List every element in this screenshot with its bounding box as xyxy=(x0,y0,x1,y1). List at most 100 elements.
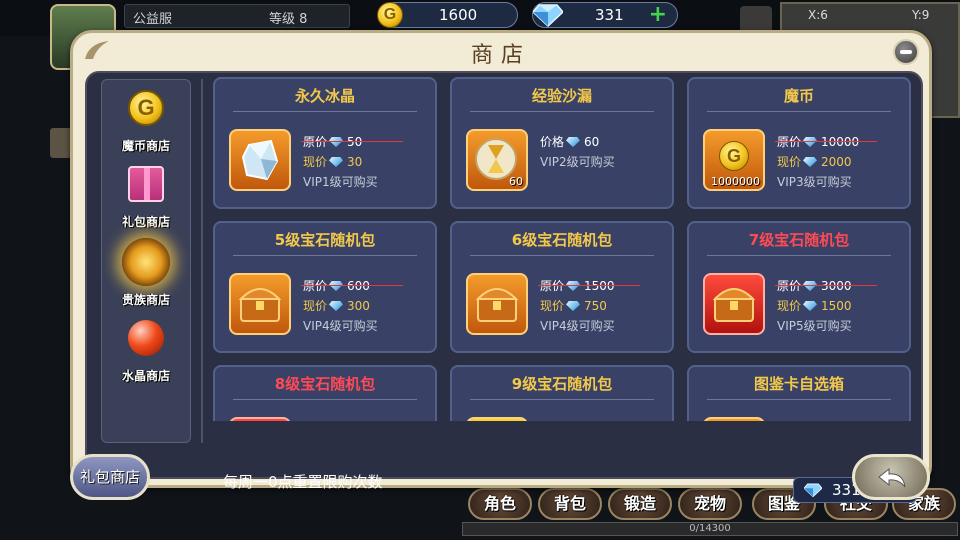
vip-requirement: VIP5级可购买 xyxy=(777,319,852,333)
shop-item-card[interactable]: 9级宝石随机包 xyxy=(450,365,674,421)
shop-item-card[interactable]: 8级宝石随机包 xyxy=(213,365,437,421)
current-price-label: 现价 xyxy=(303,155,328,169)
diamond-icon xyxy=(803,301,818,311)
server-name: 公益服 xyxy=(133,12,173,27)
divider xyxy=(470,399,654,400)
item-quantity: 1000000 xyxy=(711,175,760,188)
strikethrough xyxy=(775,141,877,142)
shop-item-card[interactable]: 永久冰晶 原价 50 现价 30 VIP1级可购买 xyxy=(213,77,437,209)
diamond-icon xyxy=(329,157,344,167)
shop-item-card[interactable]: 经验沙漏 60 价格 60 VIP2级可购买 xyxy=(450,77,674,209)
shop-item-card[interactable]: 7级宝石随机包 原价 3000 现价 1500 VIP5级可购买 xyxy=(687,221,911,353)
crown-icon xyxy=(122,238,170,286)
gold-counter: G 1600 xyxy=(377,2,518,28)
strikethrough xyxy=(775,285,877,286)
diamond-icon xyxy=(329,137,344,147)
original-price-label: 原价 xyxy=(777,135,802,149)
shop-item-card[interactable]: 魔币 G 1000000 原价 10000 现价 2000 VIP3级可购买 xyxy=(687,77,911,209)
item-name: 8级宝石随机包 xyxy=(274,375,376,393)
shop-item-card[interactable]: 6级宝石随机包 原价 1500 现价 750 VIP4级可购买 xyxy=(450,221,674,353)
tab-gift-shop[interactable]: 礼包商店 xyxy=(102,160,190,232)
left-arrow-icon[interactable] xyxy=(50,128,72,158)
gold-amount: 1600 xyxy=(439,6,478,24)
tab-label: 魔币商店 xyxy=(121,139,170,153)
treasure-chest-icon xyxy=(466,273,528,335)
original-price: 1500 xyxy=(584,279,615,293)
tab-noble-shop[interactable]: 贵族商店 xyxy=(102,238,190,310)
tab-label: 礼包商店 xyxy=(121,215,170,229)
crystal-orb-icon xyxy=(128,320,164,356)
divider xyxy=(707,111,891,112)
coord-x: X:6 xyxy=(808,8,828,22)
current-price: 2000 xyxy=(821,155,852,169)
item-name: 图鉴卡自选箱 xyxy=(753,375,844,393)
menu-pet[interactable]: 宠物 xyxy=(678,488,742,520)
tab-label: 水晶商店 xyxy=(121,369,170,383)
strikethrough xyxy=(538,285,640,286)
gold-coin-icon: G xyxy=(377,2,403,28)
ice-crystal-icon xyxy=(229,129,291,191)
vip-requirement: VIP2级可购买 xyxy=(540,155,615,169)
shop-panel: 商店 G 魔币商店 礼包商店 贵族商店 水晶商店 永久冰晶 原价 50 现价 3… xyxy=(70,30,932,503)
current-price: 1500 xyxy=(821,299,852,313)
vip-requirement: VIP3级可购买 xyxy=(777,175,852,189)
current-price-label: 现价 xyxy=(777,155,802,169)
diamond-icon xyxy=(566,137,581,147)
menu-bag[interactable]: 背包 xyxy=(538,488,602,520)
item-grid: 永久冰晶 原价 50 现价 30 VIP1级可购买 经验沙漏 60 价格 60 VIP… xyxy=(213,77,915,421)
diamond-icon xyxy=(329,301,344,311)
card-box-icon xyxy=(703,417,765,421)
add-gems-plus-icon[interactable]: + xyxy=(649,4,667,26)
divider xyxy=(233,399,417,400)
menu-character[interactable]: 角色 xyxy=(468,488,532,520)
minimize-button[interactable] xyxy=(893,39,919,65)
original-price-label: 原价 xyxy=(303,279,328,293)
item-name: 魔币 xyxy=(783,87,814,105)
original-price-label: 原价 xyxy=(540,279,565,293)
original-price-label: 原价 xyxy=(303,135,328,149)
item-name: 永久冰晶 xyxy=(294,87,355,105)
divider xyxy=(233,111,417,112)
original-price-label: 原价 xyxy=(777,279,802,293)
item-name: 9级宝石随机包 xyxy=(511,375,613,393)
original-price: 10000 xyxy=(821,135,860,149)
treasure-chest-icon xyxy=(229,417,291,421)
vip-requirement: VIP4级可购买 xyxy=(540,319,615,333)
shop-item-card[interactable]: 图鉴卡自选箱 xyxy=(687,365,911,421)
experience-text: 0/14300 xyxy=(689,523,731,534)
diamond-icon xyxy=(803,157,818,167)
back-button[interactable] xyxy=(852,454,930,500)
item-quantity: 60 xyxy=(509,175,523,188)
gold-coin-icon: G 1000000 xyxy=(703,129,765,191)
gift-shop-button[interactable]: 礼包商店 xyxy=(70,454,150,500)
current-price: 30 xyxy=(347,155,363,169)
menu-forge[interactable]: 锻造 xyxy=(608,488,672,520)
diamond-icon xyxy=(566,281,581,291)
gem-counter: 331 + xyxy=(532,2,678,28)
back-arrow-icon xyxy=(878,467,906,488)
strikethrough xyxy=(301,285,403,286)
current-price: 750 xyxy=(584,299,607,313)
current-price-label: 现价 xyxy=(303,299,328,313)
diamond-icon xyxy=(329,281,344,291)
price: 60 xyxy=(584,135,600,149)
vip-requirement: VIP1级可购买 xyxy=(303,175,378,189)
shop-sidebar: G 魔币商店 礼包商店 贵族商店 水晶商店 xyxy=(101,79,191,443)
vip-requirement: VIP4级可购买 xyxy=(303,319,378,333)
server-info: 公益服 等级 8 xyxy=(124,4,350,28)
diamond-icon xyxy=(566,301,581,311)
gold-coin-icon: G xyxy=(719,141,749,171)
shop-item-card[interactable]: 5级宝石随机包 原价 600 现价 300 VIP4级可购买 xyxy=(213,221,437,353)
reset-notice: 每周一0点重置限购次数 xyxy=(223,473,383,491)
original-price: 3000 xyxy=(821,279,852,293)
current-price: 300 xyxy=(347,299,370,313)
tab-label: 贵族商店 xyxy=(121,293,170,307)
tab-crystal-shop[interactable]: 水晶商店 xyxy=(102,314,190,386)
shop-content: G 魔币商店 礼包商店 贵族商店 水晶商店 永久冰晶 原价 50 现价 30 V… xyxy=(85,71,923,503)
tab-gold-shop[interactable]: G 魔币商店 xyxy=(102,84,190,156)
item-name: 经验沙漏 xyxy=(531,87,592,105)
current-price-label: 现价 xyxy=(540,299,565,313)
item-name: 7级宝石随机包 xyxy=(748,231,850,249)
gift-box-icon xyxy=(128,166,164,202)
diamond-icon xyxy=(804,483,822,498)
